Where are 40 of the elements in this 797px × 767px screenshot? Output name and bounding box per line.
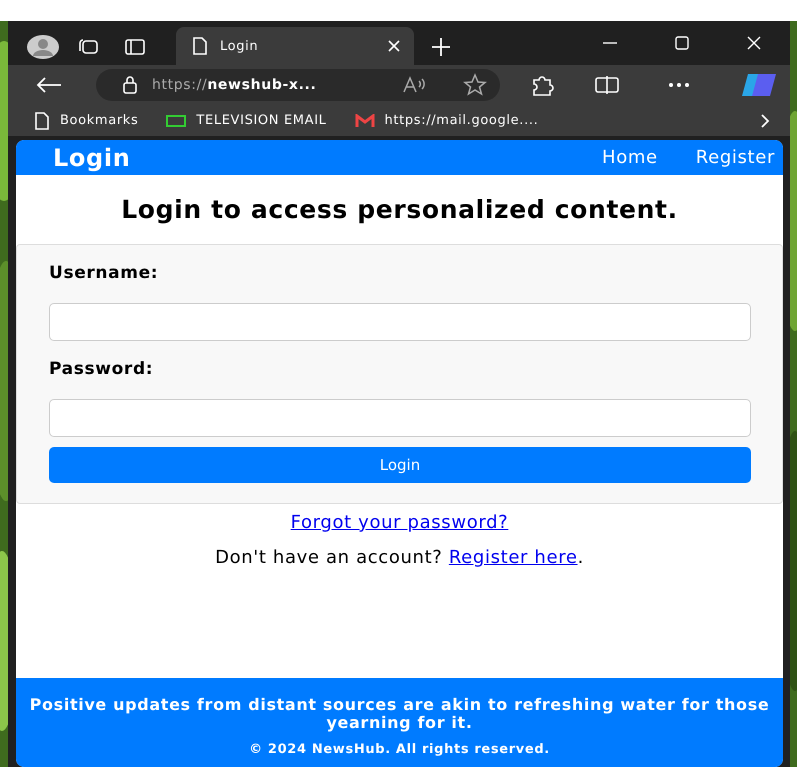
field-label: Password: bbox=[49, 359, 154, 379]
puzzle-icon[interactable] bbox=[530, 74, 554, 96]
minimize-icon[interactable] bbox=[603, 41, 617, 45]
plus-icon[interactable] bbox=[431, 37, 451, 57]
bookmark-page-icon bbox=[34, 112, 50, 130]
chevron-right-icon[interactable] bbox=[760, 112, 770, 128]
bookmark-item[interactable]: Bookmarks bbox=[34, 112, 138, 130]
address-bar[interactable]: https://newshub-x... bbox=[96, 69, 500, 101]
period-text: . bbox=[578, 547, 584, 568]
login-button[interactable]: Login bbox=[49, 447, 751, 483]
avatar-icon[interactable] bbox=[26, 34, 60, 60]
read-aloud-icon[interactable] bbox=[402, 76, 428, 94]
register-link[interactable]: Register here bbox=[448, 547, 578, 568]
forgot-password-link[interactable]: Forgot your password? bbox=[290, 512, 508, 533]
page-heading: Login to access personalized content. bbox=[120, 195, 679, 224]
input-field[interactable] bbox=[49, 399, 751, 437]
back-icon[interactable] bbox=[36, 76, 62, 94]
close-icon[interactable] bbox=[747, 36, 761, 50]
field-label: Username: bbox=[49, 263, 160, 283]
split-screen-icon[interactable] bbox=[594, 75, 620, 95]
bookmark-item[interactable]: https://mail.google.... bbox=[354, 113, 538, 128]
page-icon bbox=[192, 37, 208, 55]
maximize-icon[interactable] bbox=[675, 36, 689, 50]
workspaces-icon[interactable] bbox=[77, 37, 101, 57]
close-icon[interactable] bbox=[388, 40, 400, 52]
brand-title: Login bbox=[53, 144, 130, 172]
register-prompt: Don't have an account? bbox=[215, 547, 442, 568]
star-icon[interactable] bbox=[462, 73, 488, 97]
nav-link[interactable]: Home bbox=[602, 147, 658, 168]
more-icon[interactable] bbox=[668, 82, 690, 88]
copyright-text: © 2024 NewsHub. All rights reserved. bbox=[249, 742, 550, 757]
browser-tab[interactable]: Login bbox=[176, 27, 414, 65]
sidebar-icon[interactable] bbox=[124, 38, 146, 56]
mail-icon bbox=[354, 114, 375, 128]
nav-link[interactable]: Register bbox=[696, 147, 775, 168]
input-field[interactable] bbox=[49, 303, 751, 341]
lock-icon bbox=[122, 76, 138, 94]
bookmark-item[interactable]: TELEVISION EMAIL bbox=[166, 113, 327, 128]
site-favicon-icon bbox=[166, 114, 186, 126]
footer-quote: Positive updates from distant sources are akin to refreshing water for those yearning for it. bbox=[28, 696, 770, 732]
